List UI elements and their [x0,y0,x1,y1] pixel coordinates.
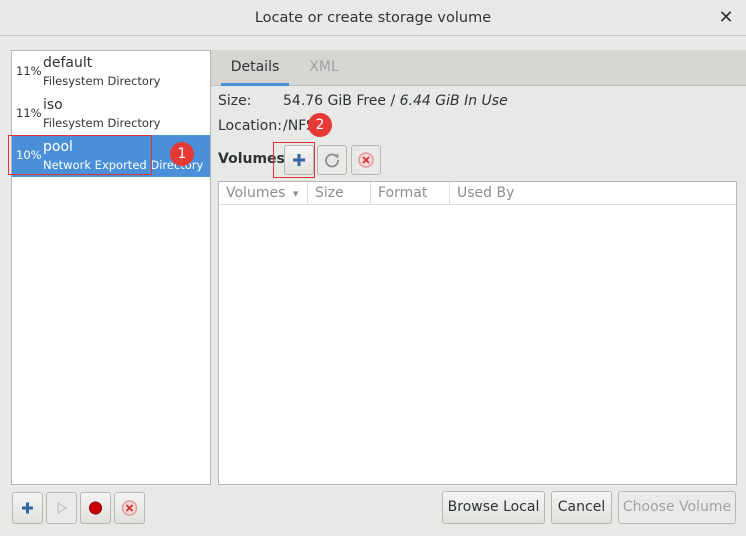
volume-table: Volumes ▾ Size Format Used By [218,181,737,485]
pool-type: Filesystem Directory [43,74,161,88]
cancel-button[interactable]: Cancel [551,491,612,524]
size-free: 54.76 GiB Free [283,93,387,109]
refresh-icon [325,153,339,168]
size-label: Size: [218,93,252,109]
pool-usage-percent: 11% [16,106,42,120]
plus-icon [293,154,305,166]
size-in-use: 6.44 GiB In Use [399,93,508,109]
column-header-volumes[interactable]: Volumes ▾ [219,182,308,205]
delete-icon [358,152,374,168]
column-header-used-by[interactable]: Used By [450,182,738,205]
plus-icon [22,502,33,514]
volume-table-header: Volumes ▾ Size Format Used By [219,182,736,205]
pool-list: 11% default Filesystem Directory 11% iso… [11,50,211,485]
window-title: Locate or create storage volume [254,10,492,26]
close-icon[interactable]: ✕ [716,8,736,28]
delete-icon [121,500,138,516]
pool-usage-percent: 11% [16,64,42,78]
location-label: Location: [218,118,282,134]
refresh-volumes-button[interactable] [317,145,347,175]
annotation-badge-2: 2 [308,113,332,137]
play-icon [57,501,68,515]
pool-usage-percent: 10% [16,148,42,162]
pool-item-iso[interactable]: 11% iso Filesystem Directory [12,93,210,135]
size-separator: / [386,93,400,109]
pool-name: iso [43,97,63,113]
delete-pool-button[interactable] [114,492,145,524]
pool-name: default [43,55,93,71]
delete-volume-button[interactable] [351,145,381,175]
column-header-format[interactable]: Format [371,182,450,205]
annotation-badge-1: 1 [170,142,194,166]
browse-local-button[interactable]: Browse Local [442,491,545,524]
size-value: 54.76 GiB Free / 6.44 GiB In Use [283,93,508,109]
title-bar: Locate or create storage volume ✕ [0,0,746,36]
start-pool-button[interactable] [46,492,77,524]
tab-bar: Details XML [211,50,746,86]
add-pool-button[interactable] [12,492,43,524]
volumes-label: Volumes [218,151,285,167]
record-icon [89,501,102,515]
choose-volume-button[interactable]: Choose Volume [618,491,736,524]
column-title: Volumes [226,185,286,201]
add-volume-button[interactable] [284,145,314,175]
sort-descending-icon: ▾ [292,187,299,200]
stop-pool-button[interactable] [80,492,111,524]
details-panel: Details XML Size: 54.76 GiB Free / 6.44 … [211,50,746,485]
pool-type: Filesystem Directory [43,116,161,130]
pool-name: pool [43,139,73,155]
tab-xml[interactable]: XML [299,50,349,86]
pool-item-default[interactable]: 11% default Filesystem Directory [12,51,210,93]
column-header-size[interactable]: Size [308,182,371,205]
tab-details[interactable]: Details [221,50,289,86]
